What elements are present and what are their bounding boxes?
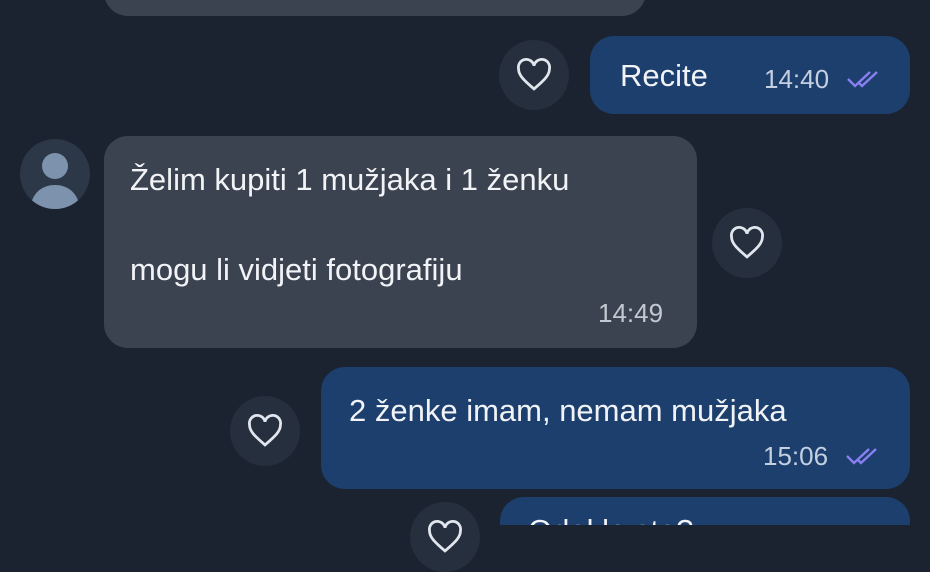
message-bubble-incoming-partial[interactable] (104, 0, 646, 16)
heart-icon (248, 414, 282, 447)
message-text: Recite (620, 58, 708, 93)
sender-avatar[interactable] (20, 139, 90, 209)
read-receipt-icon (846, 448, 877, 465)
heart-icon (428, 520, 462, 553)
message-time: 15:06 (763, 441, 829, 471)
message-time: 14:49 (598, 298, 664, 328)
react-button[interactable] (712, 208, 782, 278)
message-bubble-outgoing-partial[interactable]: Odakle ste? (500, 497, 910, 525)
message-text: 2 ženke imam, nemam mužjaka (349, 393, 787, 428)
react-button[interactable] (230, 396, 300, 466)
react-button[interactable] (410, 502, 480, 572)
user-avatar-icon (30, 153, 80, 209)
read-receipt-icon (847, 71, 878, 88)
heart-icon (517, 58, 551, 91)
message-bubble-outgoing[interactable]: 2 ženke imam, nemam mužjaka 15:06 (321, 367, 910, 489)
heart-icon (730, 226, 764, 259)
message-bubble-outgoing[interactable]: Recite 14:40 (590, 36, 910, 114)
message-text-line-1: Želim kupiti 1 mužjaka i 1 ženku (130, 162, 570, 197)
message-text-line-2: mogu li vidjeti fotografiju (130, 252, 463, 287)
react-button[interactable] (499, 40, 569, 110)
message-bubble-incoming[interactable]: Želim kupiti 1 mužjaka i 1 ženku mogu li… (104, 136, 697, 348)
message-time: 14:40 (764, 64, 830, 94)
message-text: Odakle ste? (528, 515, 693, 525)
